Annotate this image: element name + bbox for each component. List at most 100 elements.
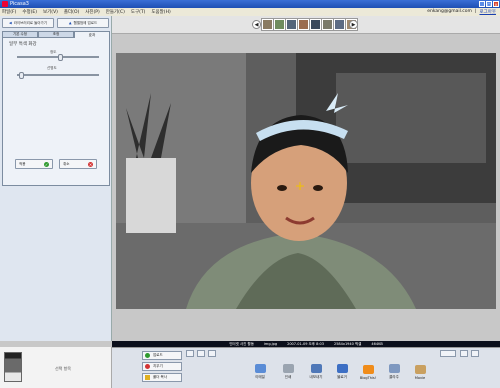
info-date: 2007-01-09 오후 8:03: [287, 341, 324, 346]
view-icon[interactable]: [460, 350, 468, 357]
edit-panel: ◀ 라이브러리로 돌아가기 ▲ 웹앨범에 업로드 기본 수정 조정 효과 일부 …: [0, 16, 112, 341]
section-title: 일부 특색 화강: [9, 42, 37, 47]
clear-icon: [145, 364, 150, 369]
fullscreen-icon[interactable]: [471, 350, 479, 357]
folder-icon: [145, 375, 150, 380]
export-icon: [310, 364, 322, 373]
back-arrow-icon: ◀: [8, 21, 12, 25]
minimize-icon[interactable]: _: [479, 1, 485, 7]
email-label: 이메일: [255, 375, 265, 379]
amount-slider[interactable]: [17, 54, 99, 61]
clear-selection-button[interactable]: 지우기: [142, 362, 182, 371]
thumbnail[interactable]: [310, 19, 321, 30]
upload-selected-label: 업로드: [153, 353, 163, 357]
apply-label: 적용: [19, 161, 26, 166]
account-area: enkang@gmail.com | 로그아웃: [427, 9, 496, 15]
cancel-x-icon: ×: [88, 161, 93, 167]
tab-tuning[interactable]: 조정: [38, 31, 74, 38]
upload-selected-button[interactable]: 업로드: [142, 351, 182, 360]
slider2-label: 선명도: [47, 66, 57, 70]
blogthis-label: BlogThis!: [359, 375, 377, 380]
menu-bar: 파일(F) 수정(E) 보기(V) 폴더(O) 사진(P) 만들기(C) 도구(…: [0, 8, 500, 16]
thumbnail[interactable]: [334, 19, 345, 30]
movie-label: Movie: [414, 375, 426, 380]
menu-create[interactable]: 만들기(C): [106, 9, 125, 15]
thumbnail[interactable]: [286, 19, 297, 30]
picasa-logo-icon: [2, 1, 8, 7]
selected-photo-thumbnail[interactable]: [4, 352, 22, 382]
menu-edit[interactable]: 수정(E): [22, 9, 37, 15]
collage-label: 콜라주: [389, 375, 399, 379]
window-title: Picasa3: [10, 1, 29, 7]
menu-help[interactable]: 도움말(H): [151, 9, 170, 15]
export-label: 내보내기: [309, 375, 323, 379]
movie-icon: [414, 364, 426, 374]
sharpness-slider-handle[interactable]: [19, 72, 25, 79]
next-photo-icon[interactable]: ▶: [349, 20, 358, 29]
print-tool[interactable]: 인쇄: [276, 360, 300, 384]
back-to-library-button[interactable]: ◀ 라이브러리로 돌아가기: [2, 18, 54, 28]
movie-tool[interactable]: Movie: [408, 360, 432, 384]
photo-viewer: [112, 34, 500, 341]
print-label: 인쇄: [284, 375, 292, 379]
blogger-tool[interactable]: 블로거: [330, 360, 354, 384]
blogger-label: 블로거: [337, 375, 347, 379]
blogthis-tool[interactable]: BlogThis!: [356, 360, 380, 384]
info-album: 인터넷 사진 활동: [229, 341, 254, 346]
cancel-button[interactable]: 취소 ×: [59, 159, 97, 169]
rotate-left-icon[interactable]: [186, 350, 194, 357]
menu-tools[interactable]: 도구(T): [131, 9, 146, 15]
sharpness-slider[interactable]: [17, 72, 99, 79]
info-dimensions: 2584x1940 픽셀: [333, 341, 362, 346]
signout-link[interactable]: 로그아웃: [479, 9, 496, 15]
clear-label: 지우기: [153, 364, 163, 368]
maximize-icon[interactable]: □: [486, 1, 492, 7]
upload-web-album-button[interactable]: ▲ 웹앨범에 업로드: [57, 18, 109, 28]
zoom-slider[interactable]: [440, 350, 456, 357]
menu-view[interactable]: 보기(V): [43, 9, 58, 15]
tab-basic-fixes[interactable]: 기본 수정: [2, 31, 38, 38]
account-separator: |: [474, 9, 477, 14]
amount-slider-handle[interactable]: [58, 54, 64, 61]
check-icon: ✓: [44, 161, 49, 167]
blogger-icon: [336, 364, 348, 373]
export-tool[interactable]: 내보내기: [304, 360, 328, 384]
close-icon[interactable]: ×: [493, 1, 499, 7]
thumbnail[interactable]: [274, 19, 285, 30]
collage-icon: [388, 364, 400, 373]
email-icon: [254, 364, 266, 373]
menu-file[interactable]: 파일(F): [2, 9, 16, 15]
apply-button[interactable]: 적용 ✓: [15, 159, 53, 169]
star-icon[interactable]: [208, 350, 216, 357]
info-filename: img.jpg: [263, 342, 278, 346]
cancel-label: 취소: [63, 161, 70, 166]
title-bar: Picasa3 _ □ ×: [0, 0, 500, 8]
blogthis-icon: [362, 364, 374, 374]
thumbnail-strip: ◀ ▶: [112, 16, 500, 34]
add-icon: [145, 353, 150, 358]
photo-image: [116, 53, 496, 309]
rotate-right-icon[interactable]: [197, 350, 205, 357]
menu-picture[interactable]: 사진(P): [85, 9, 100, 15]
copy-folder-label: 폴더 복사: [153, 375, 167, 379]
effects-panel: 일부 특색 화강 정도 선명도 적용 ✓ 취소 ×: [2, 38, 110, 186]
upload-button-label: 웹앨범에 업로드: [73, 20, 98, 25]
collage-tool[interactable]: 콜라주: [382, 360, 406, 384]
tab-effects[interactable]: 효과: [74, 31, 110, 38]
account-email: enkang@gmail.com: [427, 9, 472, 14]
upload-icon: ▲: [68, 21, 72, 25]
slider1-label: 정도: [50, 50, 57, 54]
main-photo[interactable]: [116, 53, 496, 309]
menu-folder[interactable]: 폴더(O): [64, 9, 79, 15]
copy-folder-button[interactable]: 폴더 복사: [142, 373, 182, 382]
selection-held-area: 선택 항목: [0, 347, 112, 388]
thumbnail[interactable]: [322, 19, 333, 30]
info-size: 464KB: [371, 342, 383, 346]
email-tool[interactable]: 이메일: [248, 360, 272, 384]
window-controls: _ □ ×: [479, 1, 499, 7]
thumbnail[interactable]: [262, 19, 273, 30]
thumbnail[interactable]: [298, 19, 309, 30]
edit-tabs: 기본 수정 조정 효과: [2, 31, 110, 38]
print-icon: [282, 364, 294, 373]
prev-photo-icon[interactable]: ◀: [252, 20, 261, 29]
